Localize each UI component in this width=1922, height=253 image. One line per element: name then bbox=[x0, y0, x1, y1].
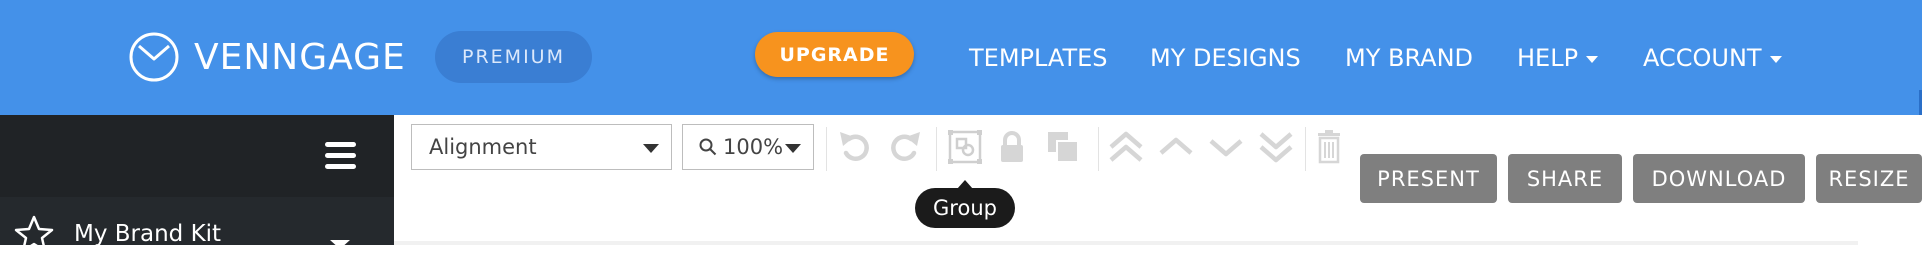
nav-my-brand-label: MY BRAND bbox=[1345, 44, 1474, 72]
top-navigation-bar: VENNGAGE PREMIUM UPGRADE TEMPLATES MY DE… bbox=[0, 0, 1922, 118]
present-button[interactable]: PRESENT bbox=[1360, 154, 1497, 203]
magnifier-icon bbox=[699, 138, 717, 156]
nav-help-label: HELP bbox=[1517, 44, 1579, 72]
sidebar-item-brand-kit[interactable]: My Brand Kit bbox=[14, 215, 221, 253]
group-tooltip: Group bbox=[915, 188, 1015, 228]
nav-templates-label: TEMPLATES bbox=[969, 44, 1108, 72]
premium-badge: PREMIUM bbox=[435, 31, 592, 83]
bring-forward-icon[interactable] bbox=[1157, 129, 1195, 165]
brand-kit-label: My Brand Kit bbox=[74, 221, 222, 247]
nav-my-designs[interactable]: MY DESIGNS bbox=[1150, 44, 1301, 72]
group-icon[interactable] bbox=[947, 129, 983, 165]
bring-to-front-icon[interactable] bbox=[1107, 129, 1145, 165]
zoom-value: 100% bbox=[723, 135, 784, 159]
nav-account[interactable]: ACCOUNT bbox=[1643, 44, 1782, 72]
canvas-edge bbox=[394, 241, 1858, 245]
nav-my-brand[interactable]: MY BRAND bbox=[1345, 44, 1473, 72]
send-backward-icon[interactable] bbox=[1207, 129, 1245, 165]
share-button[interactable]: SHARE bbox=[1508, 154, 1622, 203]
download-button[interactable]: DOWNLOAD bbox=[1633, 154, 1805, 203]
dropdown-arrow-icon bbox=[643, 144, 659, 153]
toolbar-divider bbox=[936, 127, 937, 171]
star-icon bbox=[14, 215, 54, 253]
venngage-logo[interactable]: VENNGAGE bbox=[128, 31, 406, 83]
left-sidebar: My Brand Kit bbox=[0, 115, 394, 253]
chevron-down-icon bbox=[1769, 55, 1782, 63]
toolbar-divider bbox=[1305, 127, 1306, 171]
nav-account-label: ACCOUNT bbox=[1643, 44, 1762, 72]
alignment-dropdown[interactable]: Alignment bbox=[411, 124, 672, 170]
toolbar-divider bbox=[826, 127, 827, 171]
clock-logo-icon bbox=[129, 32, 179, 82]
nav-my-designs-label: MY DESIGNS bbox=[1150, 44, 1301, 72]
nav-templates[interactable]: TEMPLATES bbox=[969, 44, 1108, 72]
trash-icon[interactable] bbox=[1316, 129, 1342, 165]
zoom-dropdown[interactable]: 100% bbox=[682, 124, 814, 170]
send-to-back-icon[interactable] bbox=[1257, 129, 1295, 165]
redo-icon[interactable] bbox=[885, 129, 923, 165]
sidebar-header bbox=[0, 115, 394, 197]
lock-icon[interactable] bbox=[997, 129, 1027, 165]
alignment-dropdown-value: Alignment bbox=[429, 135, 537, 159]
upgrade-button[interactable]: UPGRADE bbox=[755, 32, 914, 77]
hamburger-menu-icon[interactable] bbox=[325, 142, 356, 172]
toolbar-divider bbox=[1098, 127, 1099, 171]
nav-help[interactable]: HELP bbox=[1517, 44, 1599, 72]
duplicate-icon[interactable] bbox=[1045, 129, 1081, 165]
chevron-down-icon bbox=[1586, 55, 1599, 63]
dropdown-arrow-icon bbox=[785, 144, 801, 153]
undo-icon[interactable] bbox=[837, 129, 875, 165]
resize-button[interactable]: RESIZE bbox=[1816, 154, 1922, 203]
logo-text: VENNGAGE bbox=[194, 36, 406, 78]
